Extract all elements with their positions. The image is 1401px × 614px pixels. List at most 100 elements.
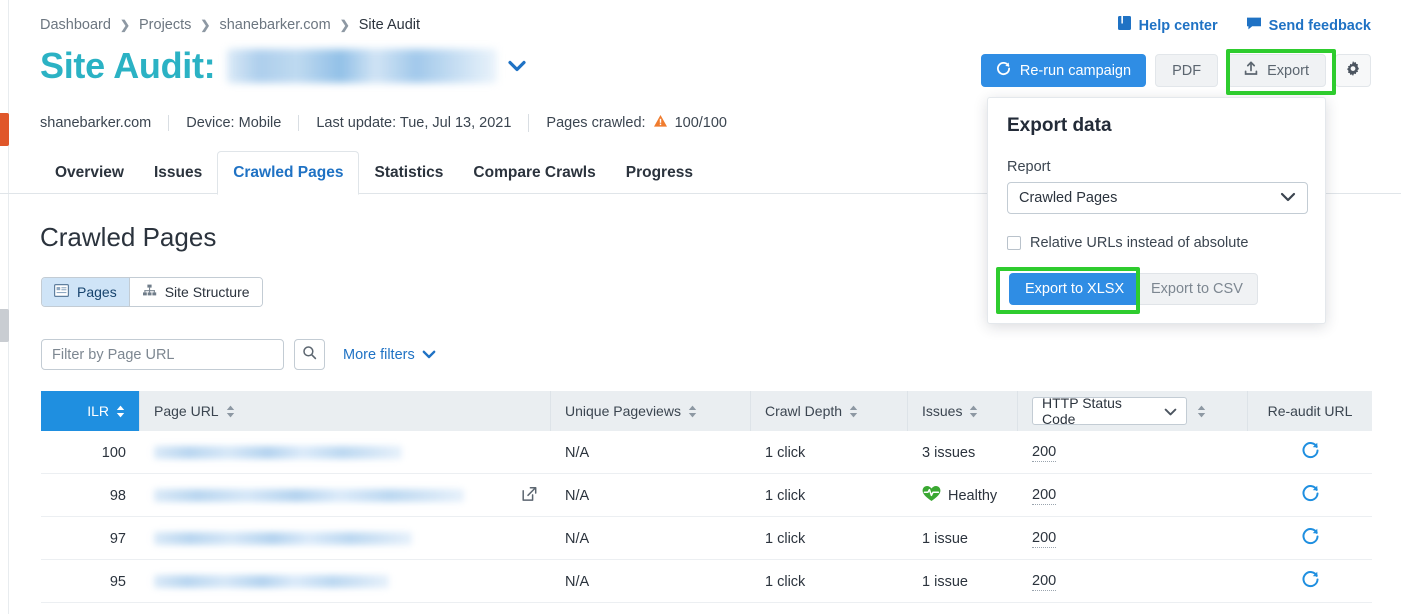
left-rail-marker-gray (0, 309, 9, 342)
search-button[interactable] (294, 339, 325, 370)
open-external-link-icon[interactable] (522, 486, 537, 505)
more-filters-toggle[interactable]: More filters (343, 346, 436, 363)
redacted-domain-name (227, 49, 497, 83)
view-toggle-pages-label: Pages (77, 284, 117, 300)
cell-issues: Healthy (908, 474, 1018, 517)
column-header-unique-pageviews[interactable]: Unique Pageviews (551, 391, 751, 431)
column-header-page-url[interactable]: Page URL (140, 391, 551, 431)
cell-http-status: 200 (1018, 474, 1248, 517)
tab-issues[interactable]: Issues (139, 151, 217, 194)
page-url-filter-input[interactable] (41, 339, 284, 370)
healthy-heart-icon (922, 485, 941, 506)
tab-progress[interactable]: Progress (611, 151, 708, 194)
section-heading: Crawled Pages (40, 222, 216, 253)
cell-http-status: 200 (1018, 517, 1248, 560)
page-title-row: Site Audit: (40, 45, 527, 87)
sort-arrows-icon (116, 405, 125, 418)
export-to-csv-button[interactable]: Export to CSV (1136, 273, 1258, 305)
re-audit-refresh-icon[interactable] (1301, 441, 1320, 464)
project-switcher-chevron-down-icon[interactable] (507, 56, 527, 77)
cell-reaudit (1248, 517, 1372, 560)
breadcrumb-separator-icon: ❯ (200, 18, 210, 32)
tab-overview[interactable]: Overview (40, 151, 139, 194)
breadcrumb-item-site[interactable]: shanebarker.com (219, 17, 330, 33)
http-status-code-select[interactable]: HTTP Status Code (1032, 397, 1187, 425)
relative-urls-checkbox-row[interactable]: Relative URLs instead of absolute (1007, 235, 1248, 251)
cell-page-url[interactable] (140, 431, 551, 474)
cell-page-url[interactable] (140, 474, 551, 517)
tab-compare-crawls[interactable]: Compare Crawls (458, 151, 610, 194)
cell-unique-pageviews: N/A (551, 431, 751, 474)
send-feedback-link[interactable]: Send feedback (1246, 16, 1371, 35)
pdf-button-label: PDF (1172, 63, 1201, 79)
view-toggle-site-structure-label: Site Structure (165, 284, 250, 300)
book-icon (1118, 16, 1132, 35)
cell-reaudit (1248, 474, 1372, 517)
relative-urls-checkbox[interactable] (1007, 236, 1021, 250)
meta-pages-crawled-label: Pages crawled: (546, 115, 645, 131)
cell-issues-label: 1 issue (922, 531, 968, 547)
speech-bubble-icon (1246, 16, 1262, 35)
chevron-down-icon (422, 346, 436, 363)
pdf-button[interactable]: PDF (1155, 54, 1218, 87)
cell-issues-label: 3 issues (922, 445, 975, 461)
table-row[interactable]: 97 N/A 1 click 1 issue 200 (41, 517, 1372, 560)
cell-issues-label: Healthy (948, 488, 997, 504)
export-button[interactable]: Export (1227, 54, 1326, 87)
meta-last-update: Last update: Tue, Jul 13, 2021 (298, 115, 528, 131)
more-filters-label: More filters (343, 347, 415, 363)
cell-issues: 1 issue (908, 517, 1018, 560)
table-row[interactable]: 95 N/A 1 click 1 issue 200 (41, 560, 1372, 603)
export-report-select[interactable]: Crawled Pages (1007, 182, 1308, 214)
help-center-link[interactable]: Help center (1118, 16, 1218, 35)
tab-crawled-pages[interactable]: Crawled Pages (217, 151, 359, 195)
column-header-issues[interactable]: Issues (908, 391, 1018, 431)
settings-button[interactable] (1335, 54, 1371, 87)
re-audit-refresh-icon[interactable] (1301, 570, 1320, 593)
breadcrumb-separator-icon: ❯ (120, 18, 130, 32)
table-row[interactable]: 100 N/A 1 click 3 issues 200 (41, 431, 1372, 474)
cell-http-status: 200 (1018, 431, 1248, 474)
view-toggle-site-structure[interactable]: Site Structure (129, 278, 262, 306)
http-status-code-value: HTTP Status Code (1042, 395, 1154, 427)
export-to-xlsx-button[interactable]: Export to XLSX (1009, 273, 1140, 305)
http-status-value[interactable]: 200 (1032, 530, 1056, 548)
redacted-page-url (154, 489, 464, 502)
gear-icon (1345, 61, 1361, 81)
cell-reaudit (1248, 560, 1372, 603)
http-status-value[interactable]: 200 (1032, 444, 1056, 462)
refresh-icon (996, 61, 1011, 80)
re-audit-refresh-icon[interactable] (1301, 484, 1320, 507)
export-button-label: Export (1267, 63, 1309, 79)
re-audit-refresh-icon[interactable] (1301, 527, 1320, 550)
meta-domain: shanebarker.com (40, 115, 168, 131)
column-header-page-url-label: Page URL (154, 403, 219, 419)
re-run-campaign-button[interactable]: Re-run campaign (981, 54, 1146, 87)
cell-crawl-depth: 1 click (751, 431, 908, 474)
header-actions: Re-run campaign PDF Export (981, 54, 1371, 87)
cell-reaudit (1248, 431, 1372, 474)
http-status-value[interactable]: 200 (1032, 487, 1056, 505)
help-center-label: Help center (1139, 18, 1218, 34)
table-row[interactable]: 98 N/A 1 click Healthy 200 (41, 474, 1372, 517)
view-toggle: Pages Site Structure (41, 277, 263, 307)
cell-page-url[interactable] (140, 517, 551, 560)
column-header-crawl-depth-label: Crawl Depth (765, 403, 842, 419)
breadcrumb-item-projects[interactable]: Projects (139, 17, 191, 33)
view-toggle-pages[interactable]: Pages (42, 278, 129, 306)
breadcrumb-item-dashboard[interactable]: Dashboard (40, 17, 111, 33)
sort-arrows-icon (688, 405, 697, 418)
http-status-value[interactable]: 200 (1032, 573, 1056, 591)
table-header-row: ILR Page URL Unique Pageviews Crawl Dept… (41, 391, 1372, 431)
breadcrumb-separator-icon: ❯ (340, 18, 350, 32)
send-feedback-label: Send feedback (1269, 18, 1371, 34)
cell-http-status: 200 (1018, 560, 1248, 603)
meta-pages-crawled: Pages crawled: 100/100 (528, 114, 744, 132)
tab-statistics[interactable]: Statistics (359, 151, 458, 194)
sort-arrows-icon[interactable] (1197, 405, 1206, 418)
cell-page-url[interactable] (140, 560, 551, 603)
pages-list-icon (54, 284, 69, 300)
column-header-ilr[interactable]: ILR (41, 391, 140, 431)
column-header-crawl-depth[interactable]: Crawl Depth (751, 391, 908, 431)
meta-pages-crawled-value: 100/100 (675, 115, 727, 131)
